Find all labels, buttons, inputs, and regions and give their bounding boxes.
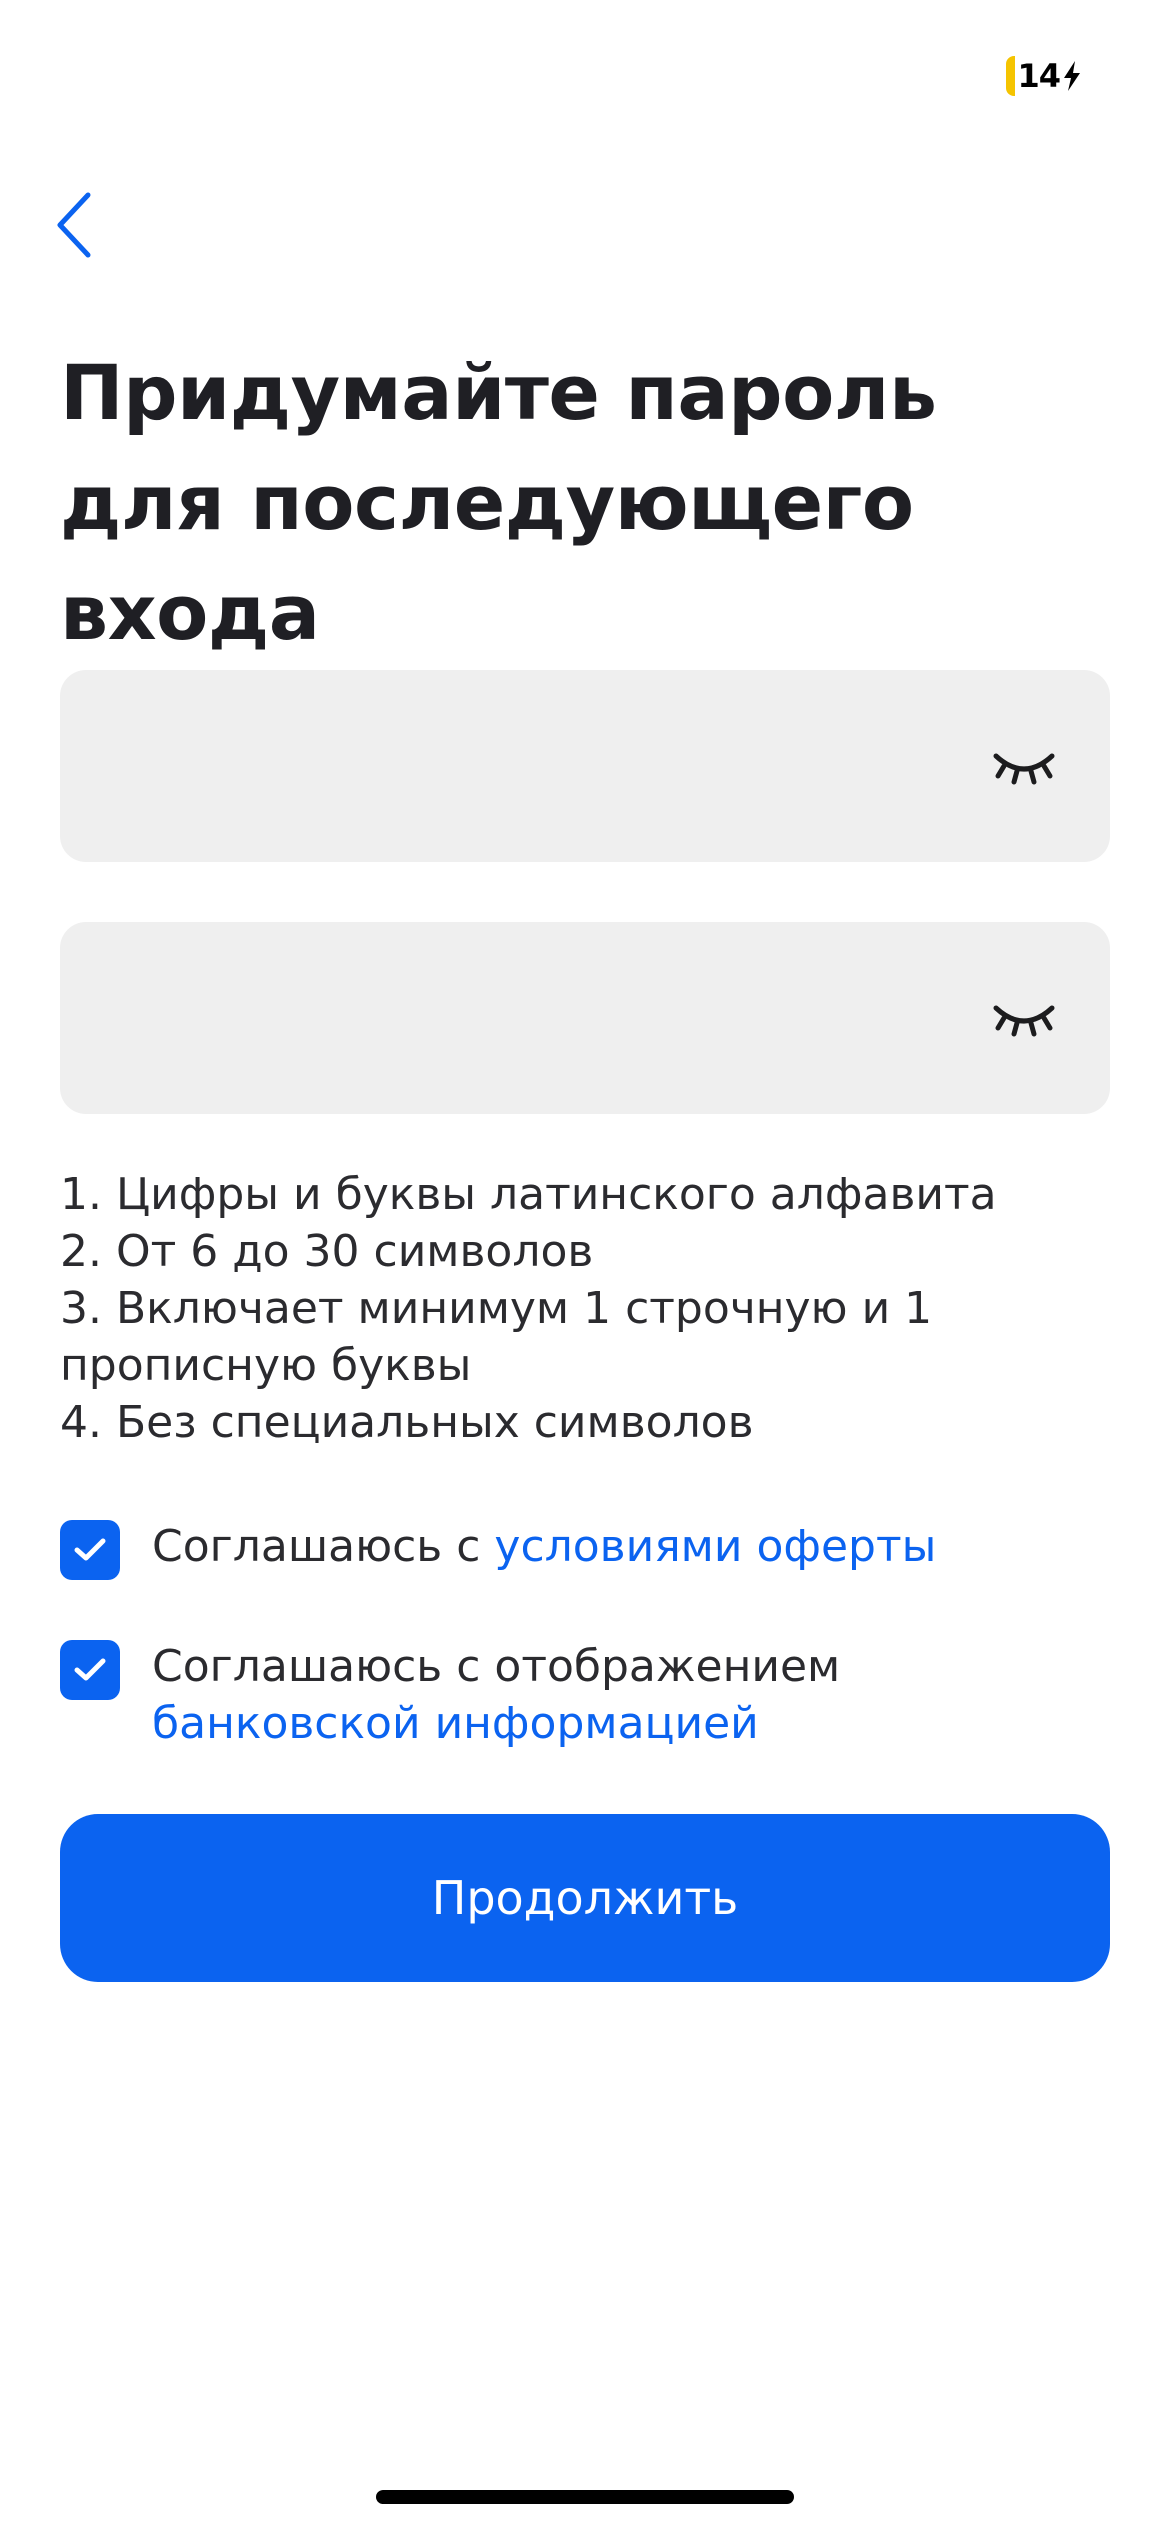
requirement-item: 1. Цифры и буквы латинского алфавита: [60, 1169, 997, 1220]
consent-bank-info-text: Соглашаюсь с отображением банковской инф…: [152, 1638, 1110, 1752]
bolt-icon: [1064, 61, 1080, 91]
consent-offer-label: Соглашаюсь с: [152, 1521, 495, 1572]
home-indicator[interactable]: [376, 2490, 794, 2504]
password-visibility-toggle[interactable]: [992, 736, 1056, 796]
password-input[interactable]: [100, 670, 980, 862]
consent-bank-info-row: Соглашаюсь с отображением банковской инф…: [60, 1638, 1110, 1752]
battery-level: 14: [1017, 57, 1061, 95]
battery-fill: [1006, 56, 1016, 96]
checkmark-icon: [74, 1538, 106, 1561]
password-confirm-visibility-toggle[interactable]: [992, 988, 1056, 1048]
bank-info-link[interactable]: банковской информацией: [152, 1698, 759, 1749]
battery-indicator: 14: [1006, 54, 1082, 98]
password-field[interactable]: [60, 670, 1110, 862]
consent-offer-checkbox[interactable]: [60, 1520, 120, 1580]
consent-bank-info-label: Соглашаюсь с отображением: [152, 1641, 841, 1692]
chevron-left-icon: [57, 192, 91, 258]
continue-button[interactable]: Продолжить: [60, 1814, 1110, 1982]
page-title: Придумайте пароль для последующего входа: [60, 348, 937, 657]
back-button[interactable]: [52, 180, 132, 270]
offer-terms-link[interactable]: условиями оферты: [494, 1521, 936, 1572]
eye-closed-icon: [993, 753, 1055, 785]
requirement-item: 2. От 6 до 30 символов: [60, 1226, 594, 1277]
consent-offer-row: Соглашаюсь с условиями оферты: [60, 1518, 1110, 1580]
password-confirm-input[interactable]: [100, 922, 980, 1114]
requirement-item: 4. Без специальных символов: [60, 1397, 754, 1448]
eye-closed-icon: [993, 1005, 1055, 1037]
password-confirm-field[interactable]: [60, 922, 1110, 1114]
status-bar: 14: [1006, 54, 1082, 98]
consent-bank-info-checkbox[interactable]: [60, 1640, 120, 1700]
password-requirements: 1. Цифры и буквы латинского алфавита 2. …: [60, 1166, 1110, 1451]
checkmark-icon: [74, 1658, 106, 1681]
consent-offer-text: Соглашаюсь с условиями оферты: [152, 1518, 936, 1575]
requirement-item: 3. Включает минимум 1 строчную и 1 пропи…: [60, 1283, 933, 1391]
